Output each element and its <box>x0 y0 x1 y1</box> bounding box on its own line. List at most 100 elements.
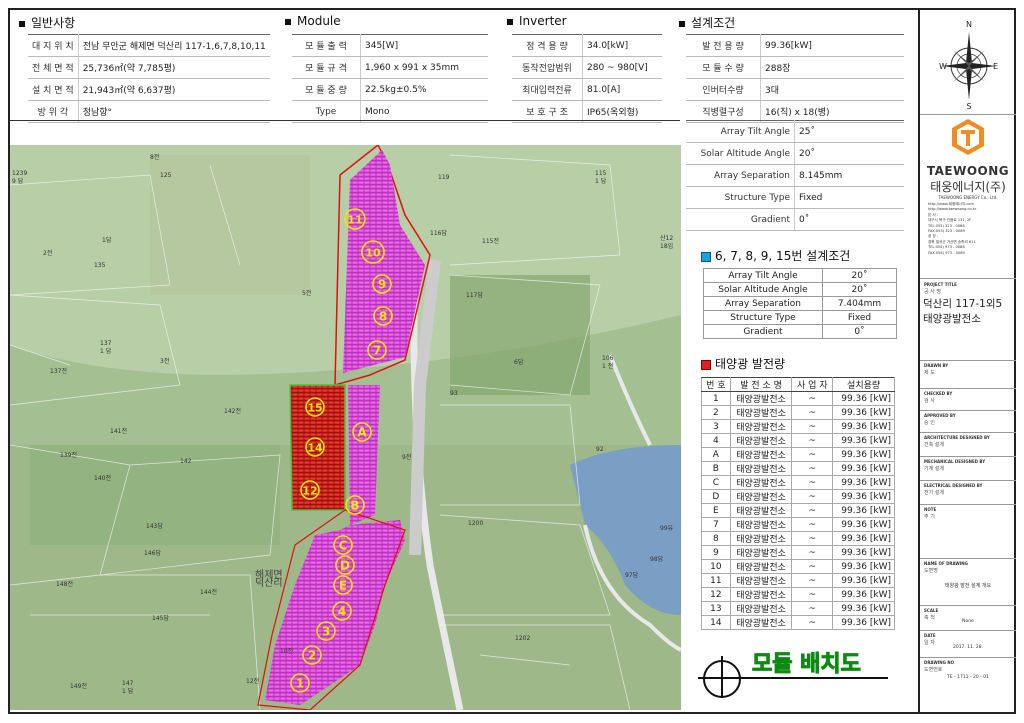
title-block-field-label: APPROVED BY <box>924 413 956 418</box>
title-block-field-label: NOTE <box>924 507 937 512</box>
title-block-divider <box>920 456 1016 457</box>
generation-cell: C <box>701 475 731 490</box>
generation-cell: 태양광발전소 <box>729 391 793 406</box>
generation-cell: ~ <box>791 489 834 504</box>
generation-cell: 태양광발전소 <box>729 461 793 476</box>
title-block-field-sub: 승 인 <box>924 420 935 426</box>
design2-title: 6, 7, 8, 9, 15번 설계조건 <box>701 247 850 264</box>
generation-cell: 태양광발전소 <box>729 545 793 560</box>
generation-cell: 태양광발전소 <box>729 531 793 546</box>
generation-row: C 태양광발전소 ~99.36 [kW] <box>701 475 895 490</box>
generation-cell: 태양광발전소 <box>729 587 793 602</box>
map-parcel-label: 1답 <box>102 237 112 244</box>
generation-cell: ~ <box>791 517 834 532</box>
project-title-value: 덕산리 117-1외5 태양광발전소 <box>923 298 1003 325</box>
generation-cell: 태양광발전소 <box>729 503 793 518</box>
block-label: D <box>340 559 350 573</box>
map-parcel-label: 140전 <box>94 474 111 482</box>
title-block: N S W E TAEWOONG 태웅에너지(주) TAEWOONG ENERG… <box>918 10 1016 712</box>
map-parcel-label: 117답 <box>466 292 483 299</box>
compass-letter: E <box>993 62 998 71</box>
generation-cell: 99.36 [kW] <box>832 461 895 476</box>
generation-cell: 13 <box>701 601 731 616</box>
block-label: 2 <box>308 649 316 663</box>
generation-cell: 태양광발전소 <box>729 405 793 420</box>
map-parcel-label: 119 <box>438 174 450 181</box>
generation-cell: ~ <box>791 461 834 476</box>
design-section-title: 설계조건 <box>679 14 735 31</box>
generation-cell: ~ <box>791 545 834 560</box>
generation-cell: 99.36 [kW] <box>832 573 895 588</box>
map-parcel-label: 146답 <box>144 550 161 557</box>
map-parcel-label: 116답 <box>430 230 447 237</box>
site-map: 1239 9 답 125 135 137 1 답 137전 141전 139전 140전 142 14… <box>10 145 681 710</box>
generation-cell: 태양광발전소 <box>729 601 793 616</box>
block-label: 12 <box>302 485 317 498</box>
generation-row: 1 태양광발전소 ~99.36 [kW] <box>701 391 895 406</box>
generation-cell: ~ <box>791 447 834 462</box>
generation-row: 10 태양광발전소 ~99.36 [kW] <box>701 559 895 574</box>
header-cell: 번 호 <box>701 377 731 392</box>
compass-letter: W <box>939 62 947 71</box>
generation-cell: 8 <box>701 531 731 546</box>
generation-cell: 99.36 [kW] <box>832 615 895 630</box>
map-parcel-label: 143답 <box>146 523 163 530</box>
generation-cell: E <box>701 503 731 518</box>
generation-cell: 99.36 [kW] <box>832 391 895 406</box>
drawing-no-sub: 도면번호 <box>924 667 943 673</box>
title-block-divider <box>920 480 1016 481</box>
map-parcel-label: 115전 <box>482 237 499 245</box>
header-cell: 발 전 소 명 <box>729 377 793 392</box>
generation-cell: 1 <box>701 391 731 406</box>
map-parcel-label: 97답 <box>625 572 639 579</box>
generation-row: 3 태양광발전소 ~99.36 [kW] <box>701 419 895 434</box>
company-logo-text: TAEWOONG <box>926 164 1010 178</box>
title-block-divider <box>920 432 1016 433</box>
map-parcel-label: 106 1 전 <box>602 355 614 370</box>
generation-cell: 태양광발전소 <box>729 615 793 630</box>
project-title-sub: 공 사 명 <box>924 289 941 295</box>
block-label: A <box>357 426 367 440</box>
scale-value: None <box>962 619 974 624</box>
generation-cell: 99.36 [kW] <box>832 587 895 602</box>
drawing-name-value: 태양광 발전 설계 개요 <box>944 583 992 589</box>
map-parcel-label: 93 <box>450 390 458 397</box>
module-section-title: Module <box>285 14 341 28</box>
generation-cell: 태양광발전소 <box>729 433 793 448</box>
generation-row: A 태양광발전소 ~99.36 [kW] <box>701 447 895 462</box>
map-parcel-label: 144전 <box>200 588 217 596</box>
inverter-table: 정 격 용 량 34.0[kW] 동작전압범위 280 ~ 980[V] 최대입력전… <box>512 34 662 123</box>
project-title-label: PROJECT TITLE <box>924 282 957 287</box>
map-parcel-label: 148전 <box>56 580 73 588</box>
title-block-field-sub: 제 도 <box>924 370 935 376</box>
generation-row: E 태양광발전소 ~99.36 [kW] <box>701 503 895 518</box>
generation-cell: 99.36 [kW] <box>832 531 895 546</box>
title-block-field-sub: 주 기 <box>924 514 935 520</box>
block-label: 14 <box>307 442 323 455</box>
generation-cell: A <box>701 447 731 462</box>
generation-cell: 10 <box>701 559 731 574</box>
divider-line <box>10 120 680 121</box>
title-block-divider <box>920 410 1016 411</box>
scale-label: SCALE <box>924 608 939 613</box>
generation-cell: 태양광발전소 <box>729 489 793 504</box>
generation-cell: ~ <box>791 559 834 574</box>
block-label: 10 <box>365 247 381 260</box>
square-icon <box>701 359 711 370</box>
map-parcel-label: 1200 <box>468 520 483 527</box>
generation-row: 2 태양광발전소 ~99.36 [kW] <box>701 405 895 420</box>
generation-cell: 태양광발전소 <box>729 517 793 532</box>
generation-cell: 99.36 [kW] <box>832 433 895 448</box>
generation-cell: 99.36 [kW] <box>832 559 895 574</box>
map-parcel-label: 115 1 답 <box>595 170 607 185</box>
compass-letter: S <box>966 102 971 110</box>
map-parcel-label: 6답 <box>514 359 524 366</box>
design-table-2: Array Tilt Angle 25˚ Solar Altitude Angle… <box>686 120 904 231</box>
generation-cell: 99.36 [kW] <box>832 517 895 532</box>
generation-cell: 99.36 [kW] <box>832 475 895 490</box>
generation-row: 4 태양광발전소 ~99.36 [kW] <box>701 433 895 448</box>
block-label: C <box>339 539 348 553</box>
company-contact: http://www.태웅에너지.com http://www.taewoong.… <box>928 202 1012 256</box>
map-parcel-label: 137 1 답 <box>100 340 112 355</box>
title-block-field-sub: 검 사 <box>924 398 935 404</box>
